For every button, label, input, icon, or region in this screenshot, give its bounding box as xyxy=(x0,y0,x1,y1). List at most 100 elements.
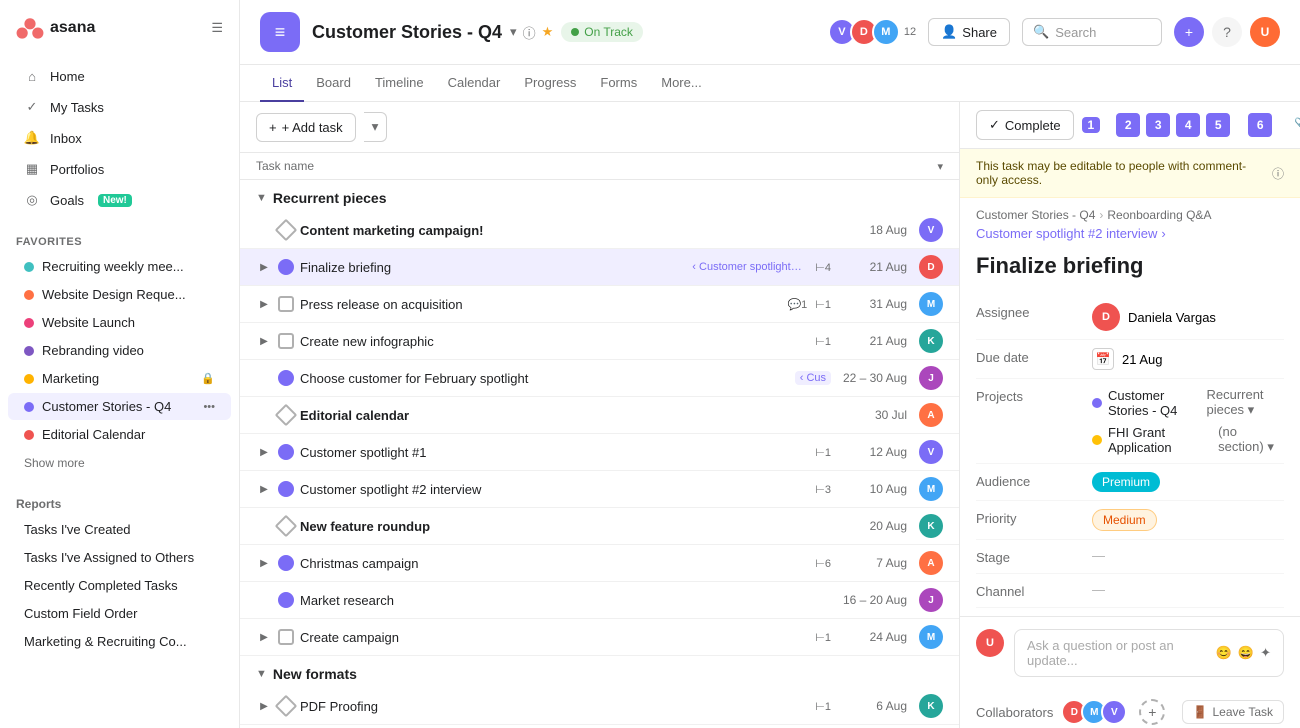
expand-icon[interactable]: ▶ xyxy=(256,333,272,349)
task-checkbox[interactable] xyxy=(278,481,294,497)
favorites-item-editorial-calendar[interactable]: Editorial Calendar xyxy=(8,421,231,448)
table-row[interactable]: Content marketing campaign! 18 Aug V xyxy=(240,212,959,249)
add-button[interactable]: + xyxy=(1174,17,1204,47)
emoji-icon[interactable]: 😊 xyxy=(1216,645,1232,661)
icon-badge-6[interactable]: 6 xyxy=(1248,113,1272,137)
star-icon[interactable]: ★ xyxy=(542,24,554,40)
favorites-item-recruiting[interactable]: Recruiting weekly mee... xyxy=(8,253,231,280)
sidebar-item-goals[interactable]: ◎ Goals New! xyxy=(8,185,231,215)
sidebar-item-inbox[interactable]: 🔔 Inbox xyxy=(8,123,231,153)
task-checkbox[interactable] xyxy=(278,592,294,608)
table-row[interactable]: ▶ PDF Proofing ⊢1 6 Aug K xyxy=(240,688,959,725)
task-checkbox[interactable] xyxy=(278,370,294,386)
icon-badge-2[interactable]: 2 xyxy=(1116,113,1140,137)
chevron-down-icon[interactable]: ▾ xyxy=(510,24,517,40)
favorites-item-website-launch[interactable]: Website Launch xyxy=(8,309,231,336)
tab-calendar[interactable]: Calendar xyxy=(436,65,513,102)
sort-icon[interactable]: ▾ xyxy=(937,160,943,173)
stage-dash[interactable]: — xyxy=(1092,548,1105,563)
table-row[interactable]: ▶ Create new infographic ⊢1 21 Aug K xyxy=(240,323,959,360)
table-row[interactable]: Choose customer for February spotlight ‹… xyxy=(240,360,959,397)
add-collaborator-button[interactable]: + xyxy=(1139,699,1165,725)
task-checkbox[interactable] xyxy=(278,333,294,349)
section-new-formats[interactable]: ▼ New formats xyxy=(240,656,959,688)
table-row[interactable]: ▶ Customer spotlight #1 ⊢1 12 Aug V xyxy=(240,434,959,471)
share-button[interactable]: 👤 Share xyxy=(928,18,1010,46)
project2-section[interactable]: (no section) ▾ xyxy=(1218,424,1284,455)
expand-icon[interactable]: ▶ xyxy=(256,259,272,275)
comment-input[interactable]: Ask a question or post an update... 😊 😄 … xyxy=(1014,629,1284,677)
tab-more[interactable]: More... xyxy=(649,65,713,102)
expand-icon[interactable]: ▶ xyxy=(256,296,272,312)
expand-icon[interactable]: ▶ xyxy=(256,629,272,645)
project1-name[interactable]: Customer Stories - Q4 xyxy=(1108,388,1200,418)
task-checkbox[interactable] xyxy=(275,219,298,242)
icon-badge-4[interactable]: 4 xyxy=(1176,113,1200,137)
table-row[interactable]: ▶ Finalize briefing ‹ Customer spotlight… xyxy=(240,249,959,286)
task-checkbox[interactable] xyxy=(278,259,294,275)
reports-item-marketing-recruiting[interactable]: Marketing & Recruiting Co... xyxy=(8,628,231,655)
info-icon[interactable]: ⓘ xyxy=(523,23,536,42)
audience-tag[interactable]: Premium xyxy=(1092,472,1160,492)
tab-list[interactable]: List xyxy=(260,65,304,102)
sidebar-toggle-button[interactable]: ☰ xyxy=(211,20,223,36)
search-box[interactable]: 🔍 Search xyxy=(1022,18,1162,46)
project2-name[interactable]: FHI Grant Application xyxy=(1108,425,1212,455)
task-checkbox[interactable] xyxy=(275,515,298,538)
reports-item-tasks-assigned[interactable]: Tasks I've Assigned to Others xyxy=(8,544,231,571)
reports-item-custom-field[interactable]: Custom Field Order xyxy=(8,600,231,627)
favorites-item-customer-stories[interactable]: Customer Stories - Q4 ••• xyxy=(8,393,231,420)
task-checkbox[interactable] xyxy=(278,296,294,312)
table-row[interactable]: ▶ Customer spotlight #2 interview ⊢3 10 … xyxy=(240,471,959,508)
add-task-dropdown-button[interactable]: ▾ xyxy=(364,112,388,142)
table-row[interactable]: ▶ Press release on acquisition 💬1 ⊢1 31 … xyxy=(240,286,959,323)
project1-section[interactable]: Recurrent pieces ▾ xyxy=(1206,387,1284,418)
icon-badge-5[interactable]: 5 xyxy=(1206,113,1230,137)
sidebar-item-home[interactable]: ⌂ Home xyxy=(8,61,231,91)
table-row[interactable]: New feature roundup 20 Aug K xyxy=(240,508,959,545)
help-button[interactable]: ? xyxy=(1212,17,1242,47)
reports-item-tasks-created[interactable]: Tasks I've Created xyxy=(8,516,231,543)
section-recurrent-pieces[interactable]: ▼ Recurrent pieces xyxy=(240,180,959,212)
table-row[interactable]: ▶ Christmas campaign ⊢6 7 Aug A xyxy=(240,545,959,582)
breadcrumb-section[interactable]: Reonboarding Q&A xyxy=(1107,208,1211,222)
favorites-item-rebranding[interactable]: Rebranding video xyxy=(8,337,231,364)
notice-help-icon[interactable]: ⓘ xyxy=(1272,165,1284,182)
task-checkbox[interactable] xyxy=(278,629,294,645)
expand-icon[interactable]: ▶ xyxy=(256,481,272,497)
table-row[interactable]: Market research 16 – 20 Aug J xyxy=(240,582,959,619)
table-row[interactable]: Editorial calendar 30 Jul A xyxy=(240,397,959,434)
due-date[interactable]: 21 Aug xyxy=(1122,352,1163,367)
star-input-icon[interactable]: ✦ xyxy=(1260,645,1271,661)
task-checkbox[interactable] xyxy=(278,555,294,571)
breadcrumb-project[interactable]: Customer Stories - Q4 xyxy=(976,208,1095,222)
sidebar-item-portfolios[interactable]: ▦ Portfolios xyxy=(8,154,231,184)
reports-item-recently-completed[interactable]: Recently Completed Tasks xyxy=(8,572,231,599)
mark-complete-button[interactable]: ✓ Complete xyxy=(976,110,1074,140)
channel-dash[interactable]: — xyxy=(1092,582,1105,597)
tab-forms[interactable]: Forms xyxy=(588,65,649,102)
table-row[interactable]: ▶ Create campaign ⊢1 24 Aug M xyxy=(240,619,959,656)
more-options-icon[interactable]: ••• xyxy=(203,401,215,413)
asana-logo[interactable]: asana xyxy=(16,14,95,42)
user-avatar[interactable]: U xyxy=(1250,17,1280,47)
assignee-name[interactable]: Daniela Vargas xyxy=(1128,310,1216,325)
favorites-item-website-design[interactable]: Website Design Reque... xyxy=(8,281,231,308)
sidebar-item-my-tasks[interactable]: ✓ My Tasks xyxy=(8,92,231,122)
like-input-icon[interactable]: 😄 xyxy=(1238,645,1254,661)
parent-task-link[interactable]: Customer spotlight #2 interview › xyxy=(960,222,1300,245)
leave-task-button[interactable]: 🚪 Leave Task xyxy=(1182,700,1284,724)
expand-icon[interactable]: ▶ xyxy=(256,444,272,460)
tab-progress[interactable]: Progress xyxy=(512,65,588,102)
task-checkbox[interactable] xyxy=(275,404,298,427)
expand-icon[interactable]: ▶ xyxy=(256,698,272,714)
task-checkbox[interactable] xyxy=(278,444,294,460)
attachment-icon[interactable]: 📎 xyxy=(1288,111,1300,139)
priority-tag[interactable]: Medium xyxy=(1092,509,1157,531)
expand-icon[interactable]: ▶ xyxy=(256,555,272,571)
tab-timeline[interactable]: Timeline xyxy=(363,65,436,102)
add-task-button[interactable]: + + Add task xyxy=(256,113,356,142)
favorites-item-marketing[interactable]: Marketing 🔒 xyxy=(8,365,231,392)
tab-board[interactable]: Board xyxy=(304,65,363,102)
icon-badge-3[interactable]: 3 xyxy=(1146,113,1170,137)
